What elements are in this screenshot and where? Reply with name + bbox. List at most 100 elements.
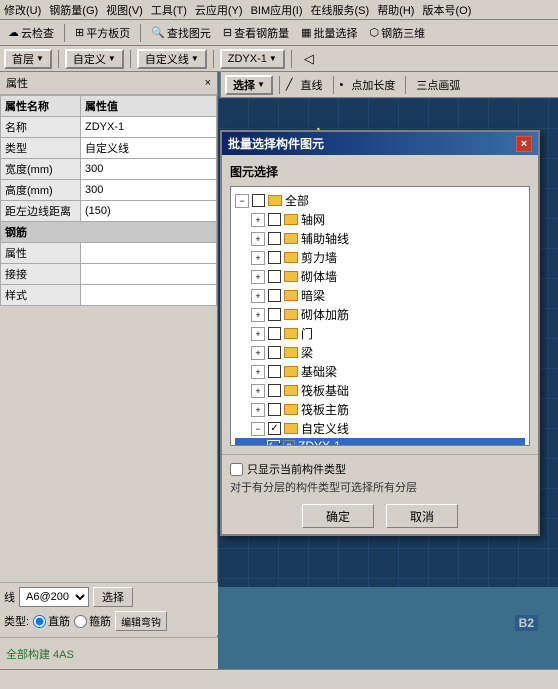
menu-item-tools[interactable]: 工具(T) bbox=[151, 2, 187, 18]
menu-item-view[interactable]: 视图(V) bbox=[106, 2, 143, 18]
prop-header-row: 属性名称 属性值 bbox=[1, 96, 217, 117]
flat-board-btn[interactable]: ⊞ 平方板页 bbox=[71, 23, 134, 43]
checkbox-axis[interactable] bbox=[268, 213, 281, 226]
tree-item-raft-steel[interactable]: + 筏板主筋 bbox=[235, 400, 525, 419]
tree-item-custom-line[interactable]: − 自定义线 bbox=[235, 419, 525, 438]
folder-icon-brick bbox=[284, 271, 298, 282]
steel-3d-label: 钢筋三维 bbox=[381, 25, 425, 41]
tree-item-brick-steel[interactable]: + 砌体加筋 bbox=[235, 305, 525, 324]
axis1-arrow: ▼ bbox=[108, 54, 116, 63]
checkbox-shear[interactable] bbox=[268, 251, 281, 264]
checkbox-rs[interactable] bbox=[268, 403, 281, 416]
tree-item-zdyx1[interactable]: ✓ ⚙ ZDYX-1 bbox=[235, 438, 525, 446]
expander-shear[interactable]: + bbox=[251, 251, 265, 265]
batch-select-btn[interactable]: ▦ 批量选择 bbox=[297, 23, 361, 43]
expander-door[interactable]: + bbox=[251, 327, 265, 341]
menu-item-cloud[interactable]: 云应用(Y) bbox=[195, 2, 243, 18]
sep5 bbox=[213, 50, 214, 68]
dialog-section-label: 图元选择 bbox=[230, 163, 530, 180]
selection-status: 全部构建 4AS bbox=[0, 637, 218, 669]
expander-all[interactable]: − bbox=[235, 194, 249, 208]
separator1 bbox=[64, 24, 65, 42]
expander-axis[interactable]: + bbox=[251, 213, 265, 227]
find-element-label: 查找图元 bbox=[167, 25, 211, 41]
prop-label-height: 高度(mm) bbox=[1, 180, 81, 201]
expander-bs[interactable]: + bbox=[251, 308, 265, 322]
prop-row-connect: 接接 bbox=[1, 264, 217, 285]
straight-radio[interactable] bbox=[33, 615, 46, 628]
arc-tool-btn[interactable]: 三点画弧 bbox=[412, 75, 464, 95]
steel-3d-btn[interactable]: ⬡ 钢筋三维 bbox=[366, 23, 430, 43]
element-select[interactable]: ZDYX-1 ▼ bbox=[220, 49, 285, 69]
tree-item-axis[interactable]: + 轴网 bbox=[235, 210, 525, 229]
tree-item-door[interactable]: + 门 bbox=[235, 324, 525, 343]
toolbar1: ☁ 云检查 ⊞ 平方板页 🔍 查找图元 ⊟ 查看钢筋量 ▦ 批量选择 ⬡ 钢筋三… bbox=[0, 20, 558, 46]
menu-item-online[interactable]: 在线服务(S) bbox=[311, 2, 370, 18]
cloud-check-btn[interactable]: ☁ 云检查 bbox=[4, 23, 58, 43]
checkbox-beam[interactable] bbox=[268, 346, 281, 359]
edit-hook-btn[interactable]: 编辑弯钩 bbox=[115, 611, 167, 631]
checkbox-hb[interactable] bbox=[268, 289, 281, 302]
straight-label: 直筋 bbox=[48, 613, 70, 629]
folder-icon-shear bbox=[284, 252, 298, 263]
separator2 bbox=[140, 24, 141, 42]
prop-label-type: 类型 bbox=[1, 138, 81, 159]
menu-item-version[interactable]: 版本号(O) bbox=[422, 2, 471, 18]
axis1-select[interactable]: 自定义 ▼ bbox=[65, 49, 124, 69]
tree-view[interactable]: − 全部 + 轴网 + 辅助轴线 + bbox=[230, 186, 530, 446]
expander-fb[interactable]: + bbox=[251, 365, 265, 379]
expander-raft[interactable]: + bbox=[251, 384, 265, 398]
checkbox-zdyx1[interactable]: ✓ bbox=[267, 440, 280, 447]
tree-item-brick[interactable]: + 砌体墙 bbox=[235, 267, 525, 286]
select-steel-btn[interactable]: 选择 bbox=[93, 587, 133, 607]
expander-hb[interactable]: + bbox=[251, 289, 265, 303]
prev-btn[interactable]: ◁ bbox=[298, 48, 320, 70]
tree-item-beam[interactable]: + 梁 bbox=[235, 343, 525, 362]
menu-item-help[interactable]: 帮助(H) bbox=[377, 2, 414, 18]
checkbox-door[interactable] bbox=[268, 327, 281, 340]
tree-label-zdyx1: ZDYX-1 bbox=[298, 439, 341, 446]
tree-item-aux[interactable]: + 辅助轴线 bbox=[235, 229, 525, 248]
view-steel-btn[interactable]: ⊟ 查看钢筋量 bbox=[219, 23, 293, 43]
prop-value-dist: (150) bbox=[81, 201, 217, 222]
tree-item-foundation-beam[interactable]: + 基础梁 bbox=[235, 362, 525, 381]
batch-select-dialog[interactable]: 批量选择构件图元 × 图元选择 − 全部 + 轴网 + bbox=[220, 130, 540, 536]
checkbox-brick[interactable] bbox=[268, 270, 281, 283]
expander-aux[interactable]: + bbox=[251, 232, 265, 246]
find-element-btn[interactable]: 🔍 查找图元 bbox=[147, 23, 215, 43]
steel-select[interactable]: A6@200 bbox=[19, 587, 89, 607]
menu-item-bim[interactable]: BIM应用(I) bbox=[251, 2, 303, 18]
menu-item-steel[interactable]: 钢筋量(G) bbox=[49, 2, 98, 18]
tree-item-all[interactable]: − 全部 bbox=[235, 191, 525, 210]
element-label: ZDYX-1 bbox=[228, 53, 267, 65]
prop-row-height: 高度(mm) 300 bbox=[1, 180, 217, 201]
point-tool-btn[interactable]: 点加长度 bbox=[347, 75, 399, 95]
expander-brick[interactable]: + bbox=[251, 270, 265, 284]
tree-item-hidden-beam[interactable]: + 暗梁 bbox=[235, 286, 525, 305]
checkbox-aux[interactable] bbox=[268, 232, 281, 245]
expander-cl[interactable]: − bbox=[251, 422, 265, 436]
select-mode-btn[interactable]: 选择 ▼ bbox=[225, 75, 273, 95]
axis2-select[interactable]: 自定义线 ▼ bbox=[137, 49, 207, 69]
expander-rs[interactable]: + bbox=[251, 403, 265, 417]
tree-item-shear[interactable]: + 剪力墙 bbox=[235, 248, 525, 267]
checkbox-raft[interactable] bbox=[268, 384, 281, 397]
checkbox-bs[interactable] bbox=[268, 308, 281, 321]
checkbox-cl[interactable] bbox=[268, 422, 281, 435]
ok-button[interactable]: 确定 bbox=[302, 504, 374, 528]
line-tool-btn[interactable]: 直线 bbox=[297, 75, 327, 95]
checkbox-fb[interactable] bbox=[268, 365, 281, 378]
tree-item-raft[interactable]: + 筏板基础 bbox=[235, 381, 525, 400]
panel-close-icon[interactable]: × bbox=[205, 77, 211, 89]
dialog-buttons: 确定 取消 bbox=[230, 504, 530, 528]
cancel-button[interactable]: 取消 bbox=[386, 504, 458, 528]
checkbox-all[interactable] bbox=[252, 194, 265, 207]
show-current-only-checkbox[interactable] bbox=[230, 463, 243, 476]
bent-radio[interactable] bbox=[74, 615, 87, 628]
folder-icon-fb bbox=[284, 366, 298, 377]
floor-select[interactable]: 首层 ▼ bbox=[4, 49, 52, 69]
prop-value-style bbox=[81, 285, 217, 306]
expander-beam[interactable]: + bbox=[251, 346, 265, 360]
dialog-close-btn[interactable]: × bbox=[516, 136, 532, 152]
menu-item-modify[interactable]: 修改(U) bbox=[4, 2, 41, 18]
